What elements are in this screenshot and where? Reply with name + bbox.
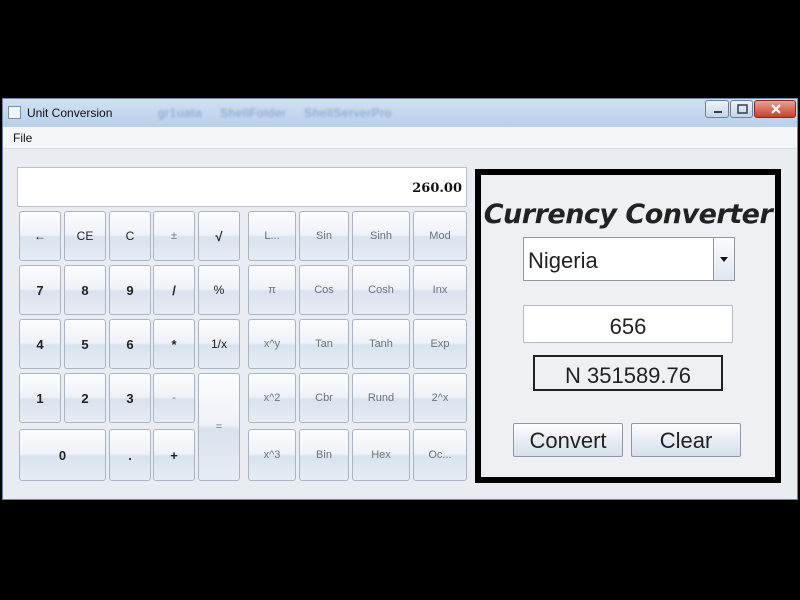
background-tab: ShellFolder: [220, 106, 287, 120]
amount-input[interactable]: 656: [523, 305, 733, 343]
window-content: 260.00 ← CE C ± √ 7 8 9 / % 4 5 6 * 1/x …: [3, 149, 797, 499]
country-select-value: Nigeria: [528, 248, 598, 273]
subtract-key[interactable]: -: [153, 373, 195, 423]
multiply-key[interactable]: *: [153, 319, 195, 369]
pi-key[interactable]: π: [248, 265, 296, 315]
plus-minus-key[interactable]: ±: [153, 211, 195, 261]
country-select[interactable]: Nigeria: [523, 237, 735, 281]
cube-key[interactable]: x^3: [248, 429, 296, 481]
percent-key[interactable]: %: [198, 265, 240, 315]
divide-key[interactable]: /: [153, 265, 195, 315]
menu-file[interactable]: File: [13, 131, 32, 145]
digit-3-key[interactable]: 3: [109, 373, 151, 423]
backspace-key[interactable]: ←: [19, 211, 61, 261]
calculator-display[interactable]: 260.00: [17, 167, 467, 207]
sin-key[interactable]: Sin: [299, 211, 349, 261]
decimal-key[interactable]: .: [109, 429, 151, 481]
close-icon: [771, 104, 781, 114]
background-tab: gr1uata: [158, 106, 203, 120]
power-key[interactable]: x^y: [248, 319, 296, 369]
binary-key[interactable]: Bin: [299, 429, 349, 481]
currency-converter-panel: Currency Converter Nigeria 656 N 351589.…: [475, 169, 781, 483]
log-key[interactable]: L...: [248, 211, 296, 261]
digit-9-key[interactable]: 9: [109, 265, 151, 315]
digit-7-key[interactable]: 7: [19, 265, 61, 315]
digit-5-key[interactable]: 5: [64, 319, 106, 369]
cosh-key[interactable]: Cosh: [352, 265, 410, 315]
cube-root-key[interactable]: Cbr: [299, 373, 349, 423]
digit-1-key[interactable]: 1: [19, 373, 61, 423]
sinh-key[interactable]: Sinh: [352, 211, 410, 261]
equals-key[interactable]: =: [198, 373, 240, 481]
clear-entry-key[interactable]: CE: [64, 211, 106, 261]
clear-key[interactable]: C: [109, 211, 151, 261]
square-key[interactable]: x^2: [248, 373, 296, 423]
minimize-icon: [714, 111, 722, 113]
add-key[interactable]: +: [153, 429, 195, 481]
ln-key[interactable]: Inx: [413, 265, 467, 315]
digit-0-key[interactable]: 0: [19, 429, 106, 481]
minimize-button[interactable]: [705, 100, 729, 118]
clear-button[interactable]: Clear: [631, 423, 741, 457]
tan-key[interactable]: Tan: [299, 319, 349, 369]
dropdown-button[interactable]: [713, 238, 734, 280]
digit-2-key[interactable]: 2: [64, 373, 106, 423]
menu-bar: File: [3, 127, 797, 149]
digit-6-key[interactable]: 6: [109, 319, 151, 369]
result-display: N 351589.76: [533, 355, 723, 391]
exp-key[interactable]: Exp: [413, 319, 467, 369]
reciprocal-key[interactable]: 1/x: [198, 319, 240, 369]
mod-key[interactable]: Mod: [413, 211, 467, 261]
digit-8-key[interactable]: 8: [64, 265, 106, 315]
chevron-down-icon: [720, 257, 728, 262]
app-icon: [8, 106, 21, 119]
background-tabs: gr1uata ShellFolder ShellServerPro: [158, 106, 406, 120]
maximize-icon: [737, 104, 748, 114]
digit-4-key[interactable]: 4: [19, 319, 61, 369]
window-title: Unit Conversion: [27, 106, 113, 120]
convert-button[interactable]: Convert: [513, 423, 623, 457]
app-window: Unit Conversion gr1uata ShellFolder Shel…: [2, 98, 798, 500]
cos-key[interactable]: Cos: [299, 265, 349, 315]
sqrt-key[interactable]: √: [198, 211, 240, 261]
octal-key[interactable]: Oc...: [413, 429, 467, 481]
maximize-button[interactable]: [730, 100, 753, 118]
tanh-key[interactable]: Tanh: [352, 319, 410, 369]
hex-key[interactable]: Hex: [352, 429, 410, 481]
background-tab: ShellServerPro: [304, 106, 392, 120]
round-key[interactable]: Rund: [352, 373, 410, 423]
close-button[interactable]: [754, 100, 796, 118]
converter-title: Currency Converter: [483, 199, 773, 230]
title-bar[interactable]: Unit Conversion gr1uata ShellFolder Shel…: [3, 99, 797, 127]
two-power-key[interactable]: 2^x: [413, 373, 467, 423]
